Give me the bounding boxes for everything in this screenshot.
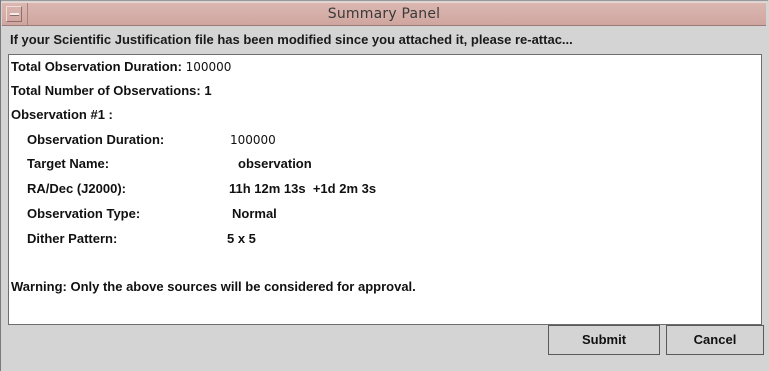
window-left-edge [0, 0, 1, 371]
cancel-button[interactable]: Cancel [666, 325, 764, 355]
reattach-notice: If your Scientific Justification file ha… [10, 32, 573, 47]
title-bar[interactable]: Summary Panel [2, 2, 766, 26]
summary-panel-window: Summary Panel If your Scientific Justifi… [0, 0, 768, 370]
total-duration-value: 100000 [185, 60, 232, 74]
total-count-value: 1 [204, 83, 212, 98]
radec-label: RA/Dec (J2000): [27, 181, 126, 196]
radec-value: 11h 12m 13s +1d 2m 3s [229, 181, 377, 196]
window-title: Summary Panel [327, 6, 441, 22]
total-count-line: Total Number of Observations: 1 [11, 83, 212, 98]
observation-type-label: Observation Type: [27, 206, 141, 221]
target-name-value: observation [238, 156, 312, 171]
total-duration-line: Total Observation Duration: 100000 [11, 59, 231, 74]
approval-warning: Warning: Only the above sources will be … [11, 279, 416, 294]
summary-text-area[interactable]: Total Observation Duration: 100000 Total… [8, 54, 762, 325]
submit-button[interactable]: Submit [548, 325, 660, 355]
observation-type-value: Normal [232, 206, 277, 221]
observation-duration-value: 100000 [230, 133, 276, 147]
observation-duration-label: Observation Duration: [27, 132, 165, 147]
dither-pattern-label: Dither Pattern: [27, 231, 118, 246]
target-name-label: Target Name: [27, 156, 110, 171]
total-count-label: Total Number of Observations: [11, 83, 201, 98]
dither-pattern-value: 5 x 5 [227, 231, 256, 246]
total-duration-label: Total Observation Duration: [11, 59, 182, 74]
observation-header: Observation #1 : [11, 107, 113, 122]
